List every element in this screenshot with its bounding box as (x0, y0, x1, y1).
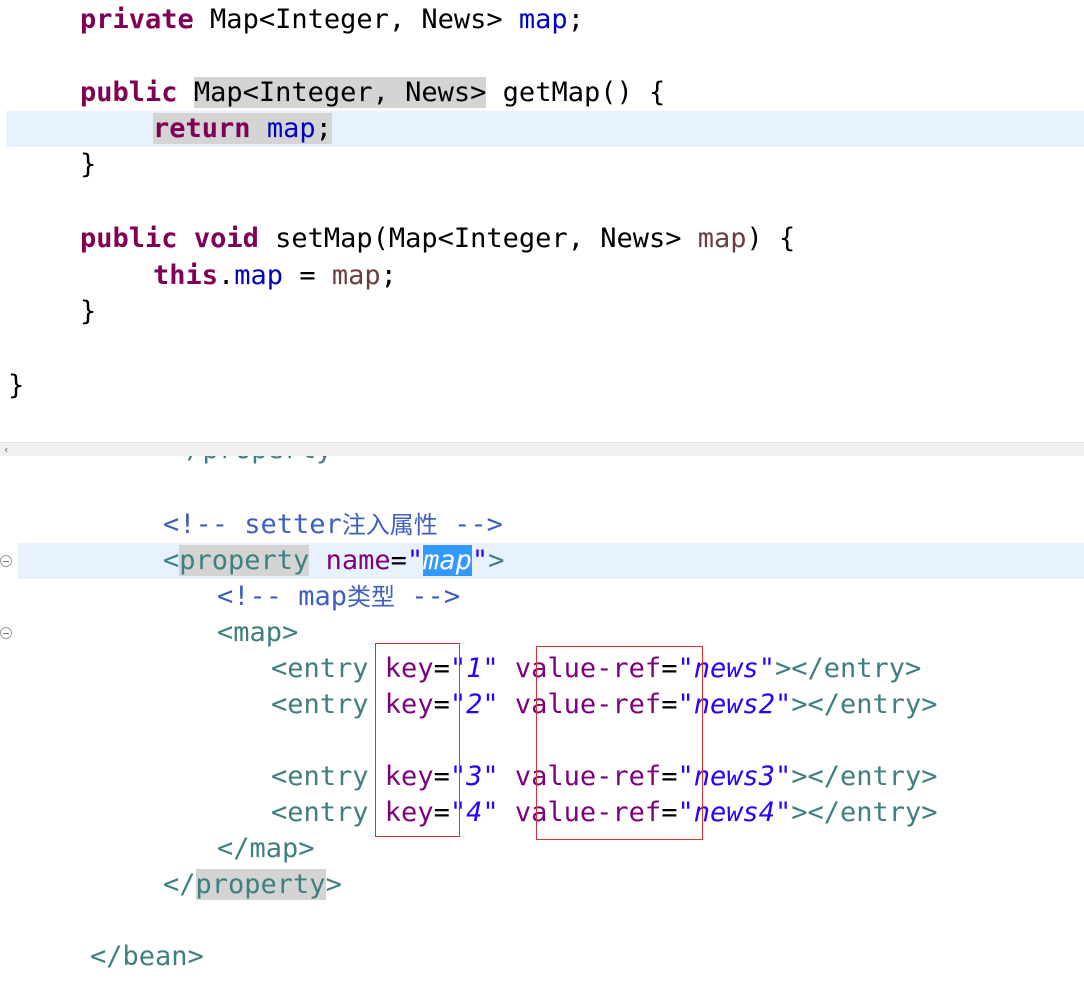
code-line-setmap-signature[interactable]: public void setMap(Map<Integer, News> ma… (80, 221, 795, 257)
annotation-box-value-ref (536, 646, 703, 840)
open-brace: ) { (746, 223, 796, 254)
xml-comment-map-type[interactable]: <!-- map类型 --> (217, 579, 460, 615)
code-line-return-statement[interactable]: return map; (153, 111, 332, 147)
field-map: map (518, 4, 568, 35)
tag-entry: <entry (271, 761, 369, 792)
comment-close: --> (395, 581, 461, 612)
xml-map-open-tag[interactable]: <map> (217, 615, 298, 651)
attr-equals: = (390, 545, 407, 576)
tag-entry: <entry (271, 689, 369, 720)
keyword-this: this (153, 260, 219, 291)
tag-entry-close: ></entry> (775, 653, 922, 684)
xml-comment-setter[interactable]: <!-- setter注入属性 --> (163, 507, 503, 543)
attr-name: name (309, 545, 391, 576)
semicolon: ; (380, 260, 397, 291)
java-editor-pane[interactable]: private Map<Integer, News> map; public M… (0, 0, 1084, 442)
dot: . (218, 260, 235, 291)
code-line-close-brace[interactable]: } (80, 147, 96, 183)
tag-name-property: property (195, 869, 326, 900)
assign-operator: = (283, 260, 332, 291)
method-name-getmap: getMap() { (486, 77, 666, 108)
xml-bean-close-tag[interactable]: </bean> (90, 939, 204, 975)
tag-bracket: </ (163, 869, 196, 900)
param-map: map (697, 223, 747, 254)
keyword-public: public (80, 223, 178, 254)
tag-bracket: < (163, 545, 180, 576)
field-map: map (266, 113, 316, 144)
tag-bracket: > (488, 545, 505, 576)
comment-text: <!-- map (217, 581, 348, 612)
tag-entry-close: ></entry> (791, 689, 938, 720)
method-name-setmap: setMap(Map<Integer, News> (258, 223, 698, 254)
keyword-void: void (193, 223, 259, 254)
code-line-field-declaration[interactable]: private Map<Integer, News> map; (80, 2, 584, 38)
comment-cjk-text: 注入属性 (341, 511, 438, 539)
keyword-return: return (153, 113, 251, 144)
code-line-getmap-signature[interactable]: public Map<Integer, News> getMap() { (80, 75, 665, 111)
selected-attr-value[interactable]: map (423, 545, 472, 576)
code-line-close-brace[interactable]: } (80, 294, 96, 330)
comment-close: --> (437, 509, 503, 540)
keyword-private: private (80, 4, 194, 35)
tag-entry-close: ></entry> (791, 761, 938, 792)
xml-editor-pane[interactable]: </property> <!-- setter注入属性 --> <propert… (0, 456, 1084, 996)
tag-bracket: > (325, 869, 342, 900)
quote: " (471, 545, 489, 576)
xml-map-close-tag[interactable]: </map> (217, 831, 315, 867)
code-line-class-close-brace[interactable]: } (8, 368, 24, 404)
xml-property-close-tag[interactable]: </property> (163, 867, 342, 903)
quote: " (406, 545, 424, 576)
field-map: map (234, 260, 284, 291)
scroll-left-icon[interactable]: ‹ (4, 443, 8, 457)
comment-text: <!-- setter (163, 509, 342, 540)
semicolon: ; (567, 4, 584, 35)
fold-collapse-icon[interactable] (0, 555, 12, 567)
param-map: map (331, 260, 381, 291)
tag-entry: <entry (271, 797, 369, 828)
code-line-assignment[interactable]: this.map = map; (153, 258, 397, 294)
annotation-box-key (375, 643, 460, 837)
tag-entry: <entry (271, 653, 369, 684)
return-type-occurrence: Map<Integer, News> (193, 77, 487, 108)
keyword-public: public (80, 77, 178, 108)
semicolon: ; (315, 113, 332, 144)
clipped-property-close-line: </property> (170, 456, 349, 468)
tag-entry-close: ></entry> (791, 797, 938, 828)
type-text: Map<Integer, News> (193, 4, 519, 35)
xml-property-open-tag[interactable]: <property name="map"> (163, 543, 504, 579)
fold-collapse-icon[interactable] (0, 627, 12, 639)
tag-name-property: property (179, 545, 310, 576)
comment-cjk-text: 类型 (347, 583, 396, 611)
